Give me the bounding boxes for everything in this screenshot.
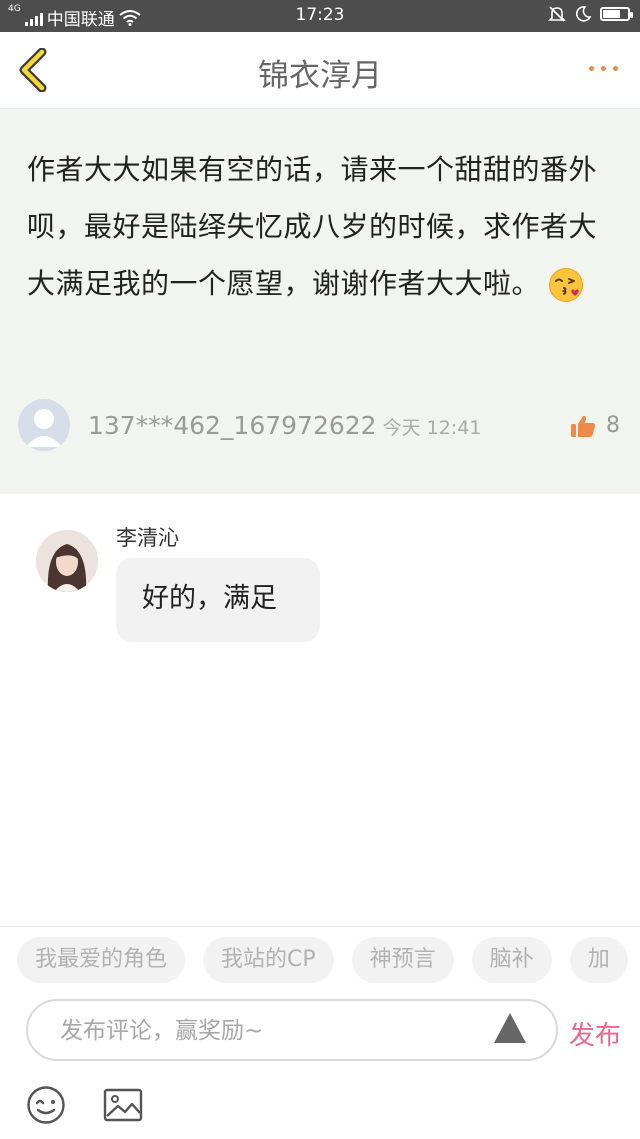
default-avatar[interactable] xyxy=(18,399,70,451)
status-right xyxy=(548,5,633,23)
reply-bubble: 好的，满足 xyxy=(116,558,320,642)
comment-text: 作者大大如果有空的话，请来一个甜甜的番外呗，最好是陆绎失忆成八岁的时候，求作者大… xyxy=(27,153,598,300)
comment-composer: 我最爱的角色 我站的CP 神预言 脑补 加 发布 xyxy=(0,926,640,1139)
tag-chip[interactable]: 脑补 xyxy=(471,937,552,983)
comment-card: 作者大大如果有空的话，请来一个甜甜的番外呗，最好是陆绎失忆成八岁的时候，求作者大… xyxy=(0,109,640,494)
send-button[interactable]: 发布 xyxy=(569,1015,621,1052)
nav-bar: 锦衣淳月 xyxy=(0,32,640,109)
more-dot-icon xyxy=(601,66,606,71)
status-bar: 4G 中国联通 17:23 xyxy=(0,0,640,32)
tag-chip[interactable]: 神预言 xyxy=(351,937,454,983)
author-portrait-icon xyxy=(36,530,98,592)
page-title: 锦衣淳月 xyxy=(258,58,382,94)
more-dot-icon xyxy=(613,66,618,71)
reply-item: 李清沁 好的，满足 xyxy=(36,522,616,652)
smiley-icon[interactable] xyxy=(26,1085,66,1125)
kiss-emoji-icon xyxy=(549,268,584,302)
comment-author-name: 137***462_167972622 xyxy=(88,411,377,440)
comment-author-row: 137***462_167972622 今天 12:41 8 xyxy=(18,399,638,455)
moon-icon xyxy=(575,6,592,22)
reply-text: 好的，满足 xyxy=(142,583,277,614)
tag-chip[interactable]: 我站的CP xyxy=(203,937,334,983)
comment-input-box xyxy=(26,999,558,1061)
comment-input[interactable] xyxy=(58,1011,482,1051)
comment-time: 今天 12:41 xyxy=(382,417,482,439)
reply-author-avatar[interactable] xyxy=(36,530,98,592)
more-menu-button[interactable] xyxy=(589,66,618,71)
user-silhouette-icon xyxy=(26,409,62,447)
comment-author[interactable]: 137***462_167972622 今天 12:41 xyxy=(88,411,481,440)
more-dot-icon xyxy=(589,66,594,71)
status-time: 17:23 xyxy=(295,5,345,25)
battery-icon xyxy=(600,7,633,21)
image-icon[interactable] xyxy=(103,1085,143,1125)
thumbs-up-icon xyxy=(571,415,596,437)
like-button[interactable]: 8 xyxy=(570,413,620,438)
tag-chip[interactable]: 加 xyxy=(569,937,628,983)
tag-chip[interactable]: 我最爱的角色 xyxy=(17,937,186,983)
triangle-icon[interactable] xyxy=(492,1011,528,1045)
alarm-bell-icon xyxy=(548,6,566,22)
like-count: 8 xyxy=(606,413,620,438)
comment-text-block: 作者大大如果有空的话，请来一个甜甜的番外呗，最好是陆绎失忆成八岁的时候，求作者大… xyxy=(27,141,617,312)
tag-list: 我最爱的角色 我站的CP 神预言 脑补 加 xyxy=(17,937,628,983)
reply-author-name: 李清沁 xyxy=(116,526,179,550)
